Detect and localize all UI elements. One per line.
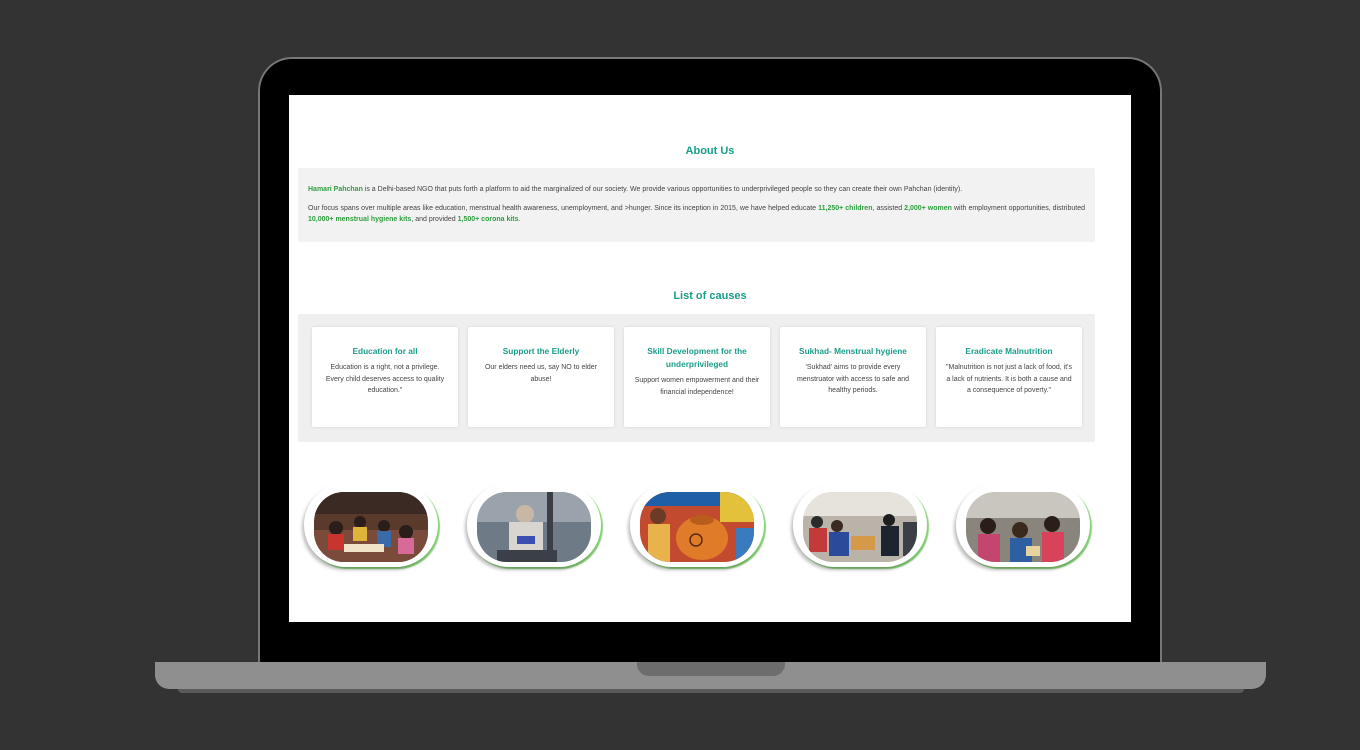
- cause-photo-malnutrition[interactable]: [956, 483, 1090, 567]
- about-p1-text: is a Delhi-based NGO that puts forth a p…: [362, 186, 963, 193]
- cause-desc: 'Sukhad' aims to provide every menstruat…: [796, 364, 910, 394]
- cause-card-education[interactable]: Education for all Education is a right, …: [312, 327, 458, 427]
- stat-women: 2,000+ women: [904, 205, 952, 212]
- about-paragraph-2: Our focus spans over multiple areas like…: [308, 203, 1085, 225]
- children-photo: [966, 492, 1080, 562]
- stat-children: 11,250+ children: [818, 205, 873, 212]
- elderly-photo: [477, 492, 591, 562]
- cause-title: Skill Development for the underprivilege…: [647, 346, 747, 369]
- website-screen: About Us Hamari Pahchan is a Delhi-based…: [289, 95, 1131, 622]
- stat-corona: 1,500+ corona kits: [457, 216, 519, 223]
- cause-desc: Support women empowerment and their fina…: [634, 377, 760, 396]
- about-p2-text-a: Our focus spans over multiple areas like…: [308, 205, 819, 212]
- about-p2-text-c: with employment opportunities, distribut…: [951, 205, 1085, 212]
- stat-kits: 10,000+ menstrual hygiene kits: [308, 216, 412, 223]
- laptop-notch: [637, 662, 785, 676]
- cause-title: Support the Elderly: [502, 346, 580, 356]
- laptop-base-shadow: [178, 689, 1244, 693]
- cause-desc: Our elders need us, say NO to elder abus…: [484, 364, 598, 383]
- cause-title: Education for all: [352, 346, 418, 356]
- cause-card-sukhad[interactable]: Sukhad- Menstrual hygiene 'Sukhad' aims …: [780, 327, 926, 427]
- distribution-photo: [803, 492, 917, 562]
- cause-desc: "Malnutrition is not just a lack of food…: [946, 364, 1072, 394]
- skill-photo: [640, 492, 754, 562]
- cause-photo-skill[interactable]: [630, 483, 764, 567]
- about-box: Hamari Pahchan is a Delhi-based NGO that…: [298, 168, 1095, 242]
- cause-photo-elderly[interactable]: [467, 483, 601, 567]
- org-name: Hamari Pahchan: [308, 186, 363, 193]
- cause-title: Sukhad- Menstrual hygiene: [799, 346, 907, 356]
- about-p2-text-d: , and provided: [411, 216, 458, 223]
- cause-photo-sukhad[interactable]: [793, 483, 927, 567]
- classroom-photo: [314, 492, 428, 562]
- cause-card-elderly[interactable]: Support the Elderly Our elders need us, …: [468, 327, 614, 427]
- cause-title: Eradicate Malnutrition: [965, 346, 1053, 356]
- about-paragraph-1: Hamari Pahchan is a Delhi-based NGO that…: [308, 184, 1085, 195]
- cause-card-skill[interactable]: Skill Development for the underprivilege…: [624, 327, 770, 427]
- cause-photo-education[interactable]: [304, 483, 438, 567]
- about-p2-text-b: , assisted: [872, 205, 905, 212]
- about-title: About Us: [685, 145, 735, 157]
- cause-card-malnutrition[interactable]: Eradicate Malnutrition "Malnutrition is …: [936, 327, 1082, 427]
- cause-desc: Education is a right, not a privilege. E…: [325, 364, 445, 394]
- causes-box: Education for all Education is a right, …: [298, 314, 1095, 442]
- causes-title: List of causes: [673, 290, 747, 302]
- about-p2-text-e: .: [518, 216, 521, 223]
